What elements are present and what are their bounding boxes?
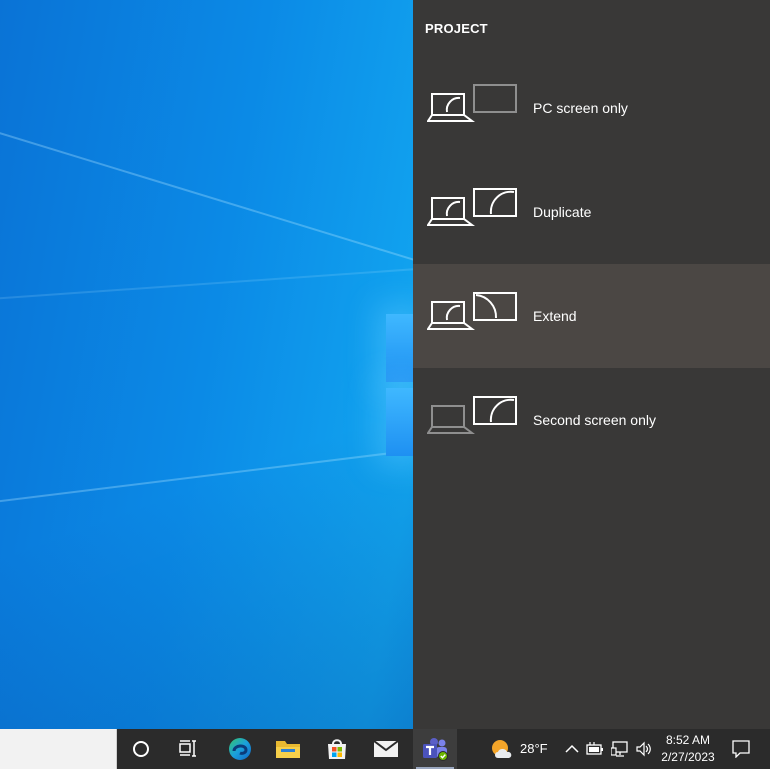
task-view-icon [179,740,196,757]
edge-button[interactable] [218,729,262,769]
taskbar: 28°F 8:52 AM 2/27/2023 [0,729,770,769]
option-label: Second screen only [533,412,656,428]
cortana-button[interactable] [119,729,163,769]
mail-button[interactable] [364,729,408,769]
battery-icon[interactable] [586,741,604,757]
cortana-icon [133,741,149,757]
option-extend[interactable]: Extend [413,264,770,368]
network-icon[interactable] [611,741,629,757]
partly-cloudy-icon [492,740,512,758]
weather-widget[interactable]: 28°F [486,729,552,769]
task-view-button[interactable] [166,729,210,769]
clock-date: 2/27/2023 [661,750,715,764]
mail-icon [373,740,399,757]
microsoft-store-icon [328,739,346,759]
duplicate-icon [427,188,517,226]
clock-time: 8:52 AM [665,733,711,747]
extend-icon [427,292,517,330]
option-label: PC screen only [533,100,628,116]
windows-logo-pane [386,314,416,382]
teams-button[interactable] [413,729,457,769]
microsoft-store-button[interactable] [315,729,359,769]
file-explorer-button[interactable] [266,729,310,769]
option-duplicate[interactable]: Duplicate [413,160,770,264]
option-label: Extend [533,308,577,324]
panel-title: PROJECT [425,21,488,36]
option-second-screen-only[interactable]: Second screen only [413,368,770,472]
file-explorer-icon [276,741,300,758]
windows-logo-pane [386,388,416,456]
option-label: Duplicate [533,204,592,220]
edge-icon [229,738,251,760]
notifications-icon[interactable] [732,740,750,758]
weather-temperature: 28°F [520,741,548,756]
volume-icon[interactable] [636,741,654,757]
project-panel: PROJECT PC screen only Duplicate Extend … [413,0,770,729]
pc-screen-only-icon [427,84,517,122]
clock[interactable]: 8:52 AM 2/27/2023 [658,732,718,766]
second-screen-only-icon [427,396,517,434]
show-hidden-icons-chevron-icon[interactable] [565,744,579,754]
option-pc-screen-only[interactable]: PC screen only [413,56,770,160]
search-box[interactable] [0,729,117,769]
teams-icon [423,738,448,761]
